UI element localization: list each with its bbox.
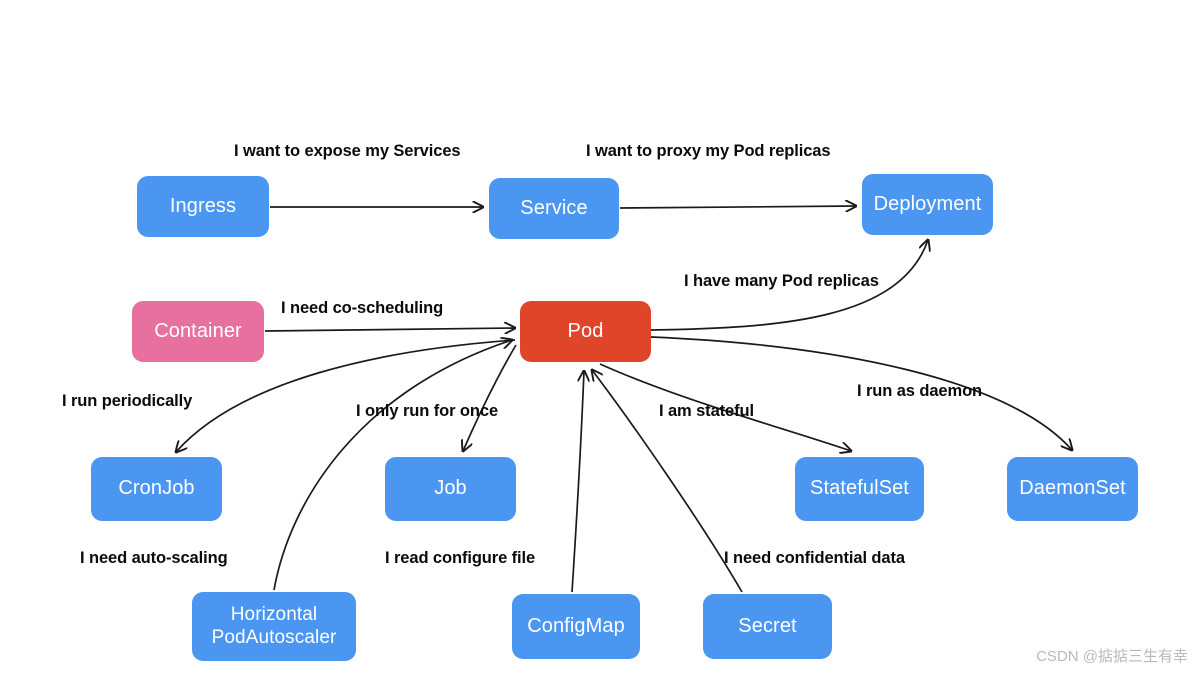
node-job[interactable]: Job bbox=[385, 457, 516, 521]
edge-label-pod-deployment: I have many Pod replicas bbox=[684, 272, 879, 290]
node-pod-label: Pod bbox=[567, 319, 604, 342]
node-deployment-label: Deployment bbox=[873, 192, 982, 215]
node-container-label: Container bbox=[154, 319, 242, 342]
edge-label-pod-job: I only run for once bbox=[356, 402, 499, 420]
node-configmap[interactable]: ConfigMap bbox=[512, 594, 640, 659]
node-deployment[interactable]: Deployment bbox=[862, 174, 993, 235]
node-configmap-label: ConfigMap bbox=[527, 614, 625, 637]
node-ingress[interactable]: Ingress bbox=[137, 176, 269, 237]
edge-label-pod-daemonset: I run as daemon bbox=[857, 382, 983, 400]
node-secret[interactable]: Secret bbox=[703, 594, 832, 659]
edge-pod-job bbox=[463, 344, 517, 451]
node-daemonset-label: DaemonSet bbox=[1019, 477, 1126, 500]
edge-label-secret-pod: I need confidential data bbox=[724, 549, 905, 567]
node-cronjob-label: CronJob bbox=[118, 477, 195, 500]
edge-container-pod bbox=[264, 328, 515, 331]
edge-label-service-deployment: I want to proxy my Pod replicas bbox=[586, 142, 831, 160]
node-job-label: Job bbox=[434, 477, 467, 500]
node-service[interactable]: Service bbox=[489, 178, 619, 239]
edge-service-deployment bbox=[619, 206, 856, 208]
edge-label-pod-cronjob: I run periodically bbox=[62, 392, 193, 410]
edge-configmap-pod bbox=[571, 371, 584, 593]
node-horizontal-pod-autoscaler-label: Horizontal PodAutoscaler bbox=[211, 604, 337, 648]
diagram-canvas: Ingress Service Deployment Container Pod… bbox=[0, 0, 1200, 675]
node-pod[interactable]: Pod bbox=[520, 301, 651, 362]
node-secret-label: Secret bbox=[738, 614, 797, 637]
edge-label-ingress-service: I want to expose my Services bbox=[234, 142, 461, 160]
node-daemonset[interactable]: DaemonSet bbox=[1007, 457, 1138, 521]
node-cronjob[interactable]: CronJob bbox=[91, 457, 222, 521]
node-container[interactable]: Container bbox=[132, 301, 264, 362]
edge-label-container-pod: I need co-scheduling bbox=[281, 299, 444, 317]
edge-label-configmap-pod: I read configure file bbox=[385, 549, 536, 567]
watermark: CSDN @掂掂三生有幸 bbox=[1036, 648, 1188, 665]
node-ingress-label: Ingress bbox=[169, 194, 237, 217]
node-service-label: Service bbox=[520, 196, 588, 219]
node-statefulset-label: StatefulSet bbox=[810, 477, 909, 500]
edge-label-pod-statefulset: I am stateful bbox=[659, 402, 754, 420]
edge-label-hpa-pod: I need auto-scaling bbox=[80, 549, 228, 567]
node-horizontal-pod-autoscaler[interactable]: Horizontal PodAutoscaler bbox=[192, 592, 356, 661]
node-statefulset[interactable]: StatefulSet bbox=[795, 457, 924, 521]
